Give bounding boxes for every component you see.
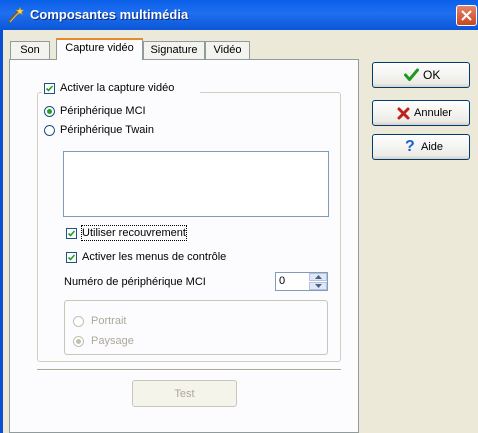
spinner-up-button[interactable] — [309, 273, 327, 281]
checkmark-icon — [67, 254, 76, 261]
spinner-down-button[interactable] — [309, 282, 327, 290]
test-button-label: Test — [174, 388, 195, 400]
device-twain-label: Périphérique Twain — [60, 124, 154, 136]
control-menus-label: Activer les menus de contrôle — [82, 251, 227, 263]
device-number-label: Numéro de périphérique MCI — [64, 276, 206, 288]
arrow-up-icon — [315, 275, 322, 279]
cancel-label: Annuler — [414, 107, 452, 119]
device-mci-radio[interactable] — [44, 106, 55, 117]
device-twain-radio[interactable] — [44, 125, 55, 136]
tab-capture-video[interactable]: Capture vidéo — [56, 38, 143, 60]
device-number-spinner[interactable]: 0 — [275, 272, 328, 291]
use-overlay-label: Utiliser recouvrement — [81, 225, 187, 241]
help-button[interactable]: ? Aide — [372, 134, 470, 160]
enable-capture-checkbox[interactable] — [44, 83, 55, 94]
cancel-button[interactable]: Annuler — [372, 100, 470, 126]
enable-capture-label: Activer la capture vidéo — [60, 82, 175, 94]
close-icon — [461, 10, 472, 21]
tab-son[interactable]: Son — [10, 41, 50, 59]
control-menus-checkbox[interactable] — [66, 252, 77, 263]
window-border — [0, 30, 3, 433]
landscape-label: Paysage — [91, 335, 134, 347]
checkmark-icon — [67, 230, 76, 237]
device-number-value: 0 — [279, 275, 286, 287]
tab-signature[interactable]: Signature — [143, 41, 205, 59]
help-label: Aide — [421, 141, 444, 153]
close-button[interactable] — [456, 5, 477, 26]
device-mci-label: Périphérique MCI — [60, 105, 146, 117]
arrow-down-icon — [315, 284, 322, 288]
landscape-radio[interactable] — [73, 336, 84, 347]
question-icon: ? — [405, 138, 415, 155]
ok-button[interactable]: OK — [372, 62, 470, 88]
title-bar: Composantes multimédia — [0, 0, 478, 30]
preview-area — [63, 151, 329, 217]
checkmark-icon — [404, 68, 419, 81]
portrait-radio[interactable] — [73, 316, 84, 327]
window-title: Composantes multimédia — [30, 7, 189, 22]
cross-icon — [397, 107, 410, 120]
multimedia-wand-icon — [8, 6, 25, 23]
checkmark-icon — [45, 85, 54, 92]
separator — [37, 369, 341, 371]
portrait-label: Portrait — [91, 315, 127, 327]
ok-label: OK — [423, 68, 441, 82]
use-overlay-checkbox[interactable] — [66, 228, 77, 239]
test-button[interactable]: Test — [132, 380, 237, 407]
tab-video[interactable]: Vidéo — [205, 41, 250, 59]
